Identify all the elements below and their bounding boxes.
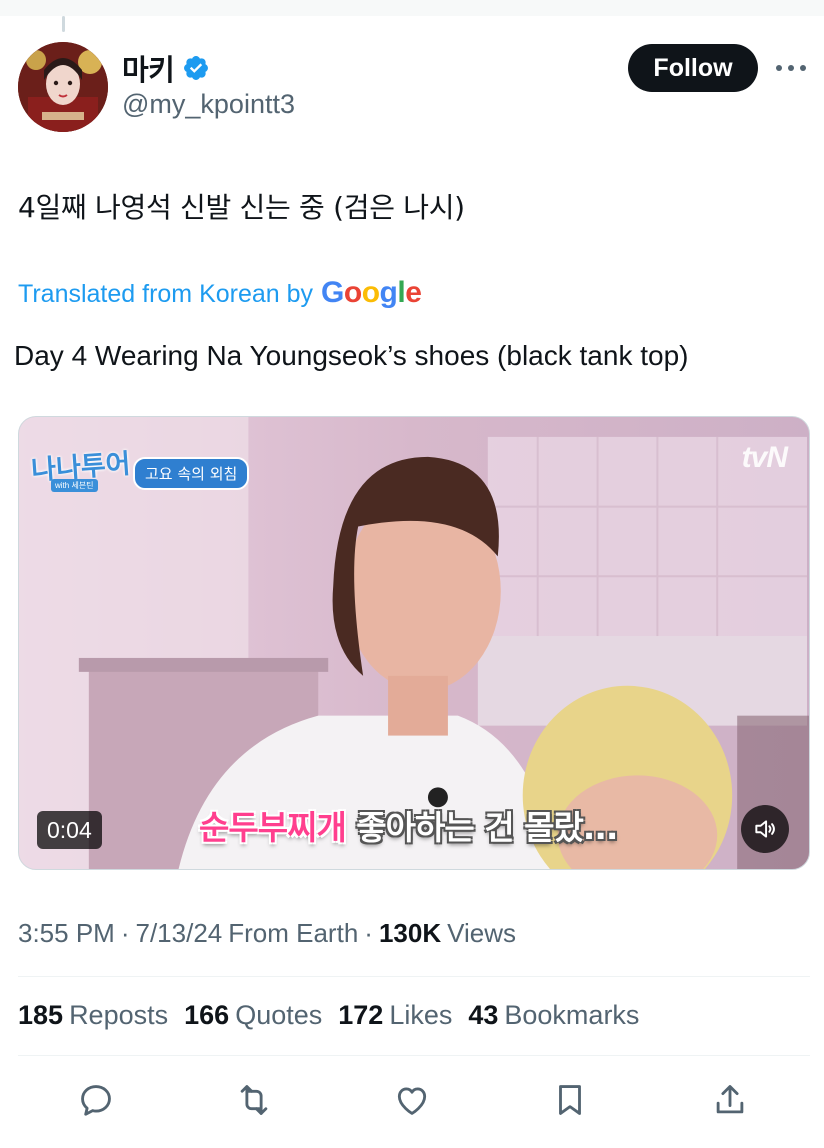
bookmark-button[interactable] [546, 1076, 594, 1124]
engagement-stats: 185 Reposts 166 Quotes 172 Likes 43 Bookmark… [18, 1000, 639, 1031]
divider [18, 1055, 810, 1056]
views-label: Views [447, 918, 516, 948]
handle[interactable]: @my_kpointt3 [122, 89, 295, 120]
tweet-meta: 3:55 PM · 7/13/24 From Earth · 130K View… [18, 918, 516, 949]
video-player[interactable]: 나나투어 with 세븐틴 고요 속의 외침 tvN 순두부찌개 좋아하는 건 … [18, 416, 810, 870]
stat-bookmarks[interactable]: 43 Bookmarks [468, 1000, 639, 1031]
channel-logo: tvN [741, 441, 788, 474]
google-logo: Google [321, 276, 422, 309]
meta-separator: · [364, 918, 373, 948]
meta-separator: · [120, 918, 130, 948]
verified-badge-icon[interactable] [182, 54, 210, 82]
repost-icon [240, 1085, 268, 1115]
repost-button[interactable] [230, 1076, 278, 1124]
reply-button[interactable] [72, 1076, 120, 1124]
action-bar [0, 1076, 824, 1124]
avatar-image [18, 42, 108, 132]
views-count[interactable]: 130K [379, 918, 441, 949]
tweet-text: 4일째 나영석 신발 신는 중 (검은 나시) [18, 191, 465, 224]
previous-tweet-strip [0, 0, 824, 16]
follow-button[interactable]: Follow [628, 44, 758, 92]
tweet-time[interactable]: 3:55 PM [18, 918, 115, 949]
video-subtitle: 순두부찌개 좋아하는 건 몰랐... [199, 808, 618, 847]
speaker-muted-icon [755, 820, 775, 838]
display-name[interactable]: 마키 [122, 47, 175, 89]
mute-toggle[interactable] [741, 805, 789, 853]
stat-reposts[interactable]: 185 Reposts [18, 1000, 168, 1031]
more-options-icon[interactable] [776, 58, 806, 78]
episode-tag: 고요 속의 외침 [133, 457, 250, 490]
stat-likes[interactable]: 172 Likes [338, 1000, 452, 1031]
like-icon [397, 1087, 427, 1115]
translated-text: Day 4 Wearing Na Youngseok’s shoes (blac… [14, 340, 689, 371]
share-button[interactable] [706, 1076, 754, 1124]
avatar[interactable] [18, 42, 108, 132]
translation-attribution[interactable]: Translated from Korean by Google [18, 276, 422, 310]
divider [18, 976, 810, 977]
stat-quotes[interactable]: 166 Quotes [184, 1000, 322, 1031]
tweet-location: From Earth [228, 918, 359, 948]
show-logo-subtitle: with 세븐틴 [51, 479, 98, 492]
share-icon [716, 1085, 744, 1114]
like-button[interactable] [388, 1076, 436, 1124]
tweet-date[interactable]: 7/13/24 [136, 918, 223, 949]
bookmark-icon [559, 1085, 581, 1115]
thread-connector-line [62, 16, 65, 32]
video-duration: 0:04 [37, 811, 102, 849]
reply-icon [81, 1085, 111, 1116]
translated-label: Translated from Korean by [18, 280, 314, 308]
